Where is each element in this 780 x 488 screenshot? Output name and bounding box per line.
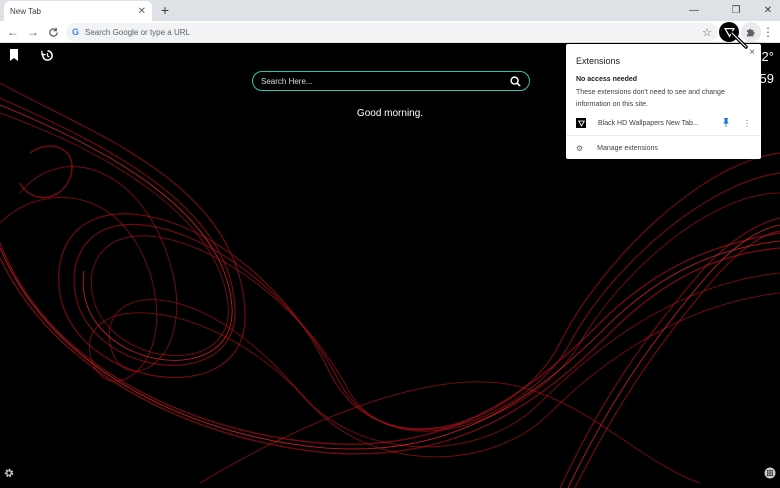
reload-button[interactable] [45,23,61,41]
mouse-cursor-icon [730,31,748,49]
tab-new-tab[interactable]: New Tab ✕ [4,1,152,21]
history-icon[interactable] [41,49,54,65]
star-icon[interactable]: ☆ [702,26,712,39]
search-input[interactable] [261,76,510,86]
search-icon[interactable] [510,75,521,87]
manage-extensions-link[interactable]: ⚙ Manage extensions [566,141,761,155]
tab-strip: New Tab ✕ + — ❐ ✕ [0,0,780,21]
arrow-right-icon: → [27,25,39,39]
settings-gear-icon[interactable] [3,467,15,482]
manage-extensions-label: Manage extensions [597,144,658,152]
popup-divider [566,135,761,136]
gear-icon: ⚙ [576,143,584,153]
pin-icon[interactable] [723,117,729,129]
extension-item-black-hd[interactable]: Black HD Wallpapers New Tab... ⋮ [566,115,761,131]
more-vert-icon: ⋮ [762,25,774,39]
popup-title: Extensions [576,56,621,66]
arrow-left-icon: ← [7,25,19,39]
restore-button[interactable]: ❐ [724,0,748,20]
omnibox-placeholder: Search Google or type a URL [85,27,190,37]
browser-toolbar: ← → G Search Google or type a URL ☆ ⋮ [0,21,780,43]
minimize-button[interactable]: — [682,0,706,20]
more-vert-icon[interactable]: ⋮ [743,119,751,128]
close-icon[interactable]: ✕ [138,6,146,17]
black-hd-logo-icon [576,118,586,128]
no-access-heading: No access needed [576,76,638,83]
apps-grid-icon[interactable] [764,467,776,482]
forward-button[interactable]: → [25,23,41,41]
search-box[interactable] [252,71,530,91]
chrome-menu-button[interactable]: ⋮ [760,23,776,41]
no-access-description: These extensions don't need to see and c… [576,89,725,108]
omnibox[interactable]: G Search Google or type a URL ☆ [66,23,718,41]
google-icon: G [72,27,80,37]
clock-minutes: 59 [759,71,774,86]
bookmark-icon[interactable] [9,49,19,64]
extensions-popup: Extensions × No access needed These exte… [566,44,761,159]
back-button[interactable]: ← [5,23,21,41]
extension-name: Black HD Wallpapers New Tab... [598,119,699,127]
new-tab-button[interactable]: + [157,1,173,19]
window-close-button[interactable]: ✕ [756,0,780,20]
tab-title: New Tab [10,6,41,16]
popup-close-icon[interactable]: × [749,47,755,58]
reload-icon [48,27,58,37]
